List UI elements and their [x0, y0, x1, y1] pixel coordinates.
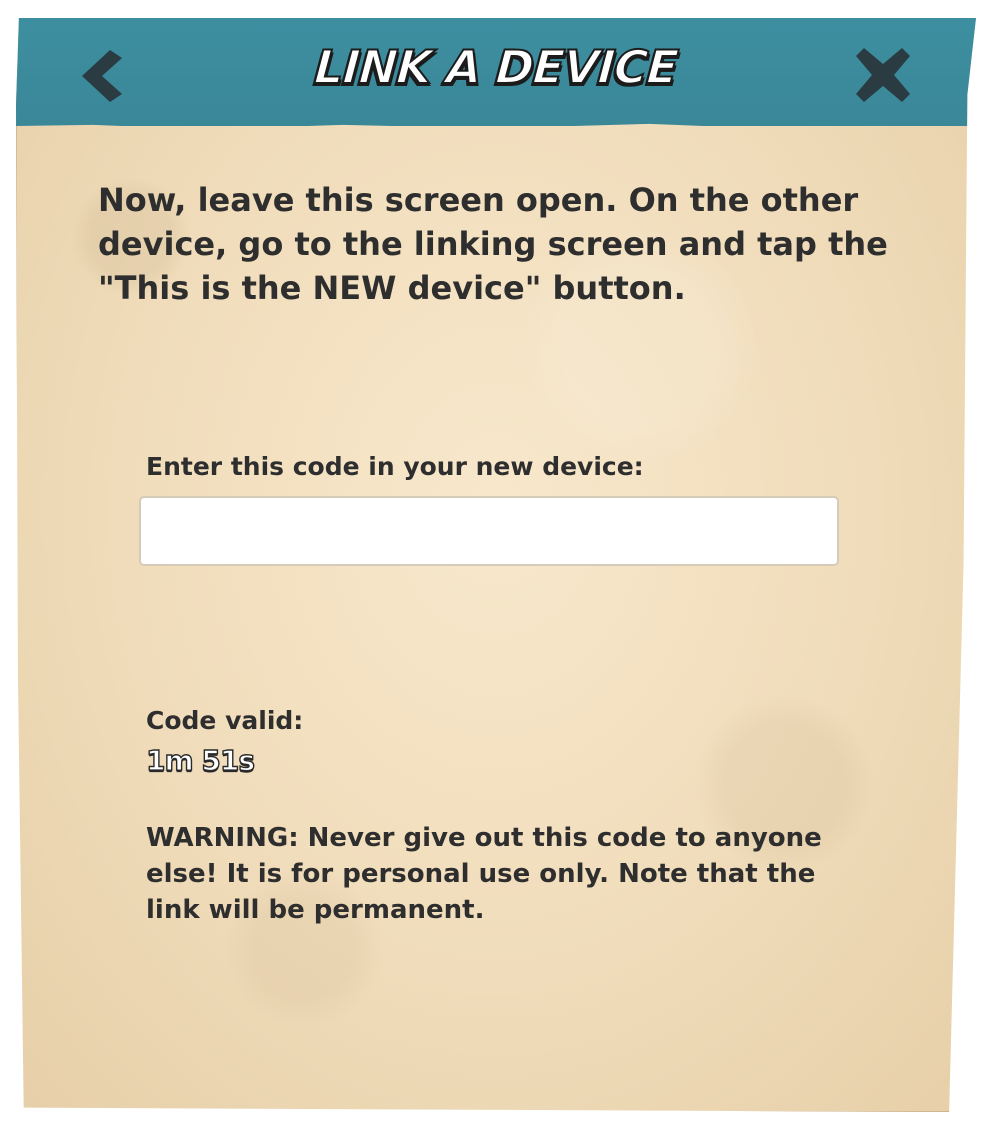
close-x-icon: [856, 48, 910, 102]
dialog-title: LINK A DEVICE: [312, 39, 680, 95]
code-valid-timer: 1m 51s: [145, 743, 255, 777]
close-button[interactable]: [852, 44, 914, 106]
code-label: Enter this code in your new device:: [146, 452, 644, 481]
warning-text: WARNING: Never give out this code to any…: [146, 823, 822, 925]
dialog-header: LINK A DEVICE: [16, 18, 976, 126]
instructions-text: Now, leave this screen open. On the othe…: [98, 181, 888, 307]
link-code-field[interactable]: [139, 496, 839, 566]
code-valid-label: Code valid:: [146, 706, 304, 735]
link-device-dialog: LINK A DEVICE Now, leave this screen ope…: [16, 18, 976, 1112]
